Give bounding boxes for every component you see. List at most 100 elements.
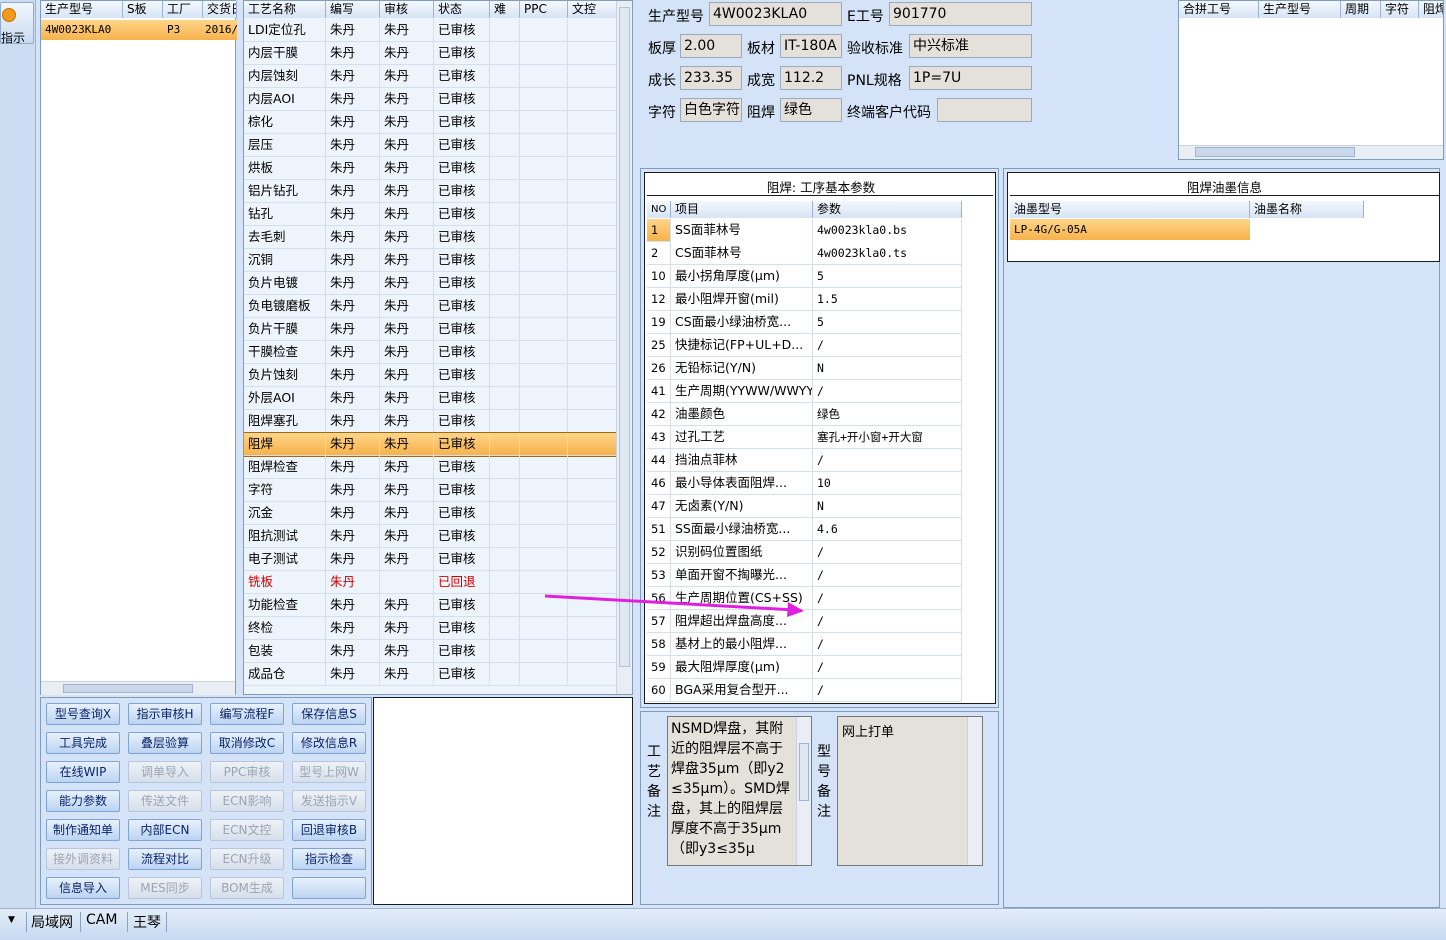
- param-row[interactable]: 52 识别码位置图纸 /: [647, 541, 962, 564]
- field-model[interactable]: 4W0023KLA0: [709, 2, 842, 26]
- process-row[interactable]: 铝片钻孔 朱丹 朱丹 已审核: [244, 180, 617, 203]
- process-row[interactable]: 负电镀磨板 朱丹 朱丹 已审核: [244, 295, 617, 318]
- field-length[interactable]: 233.35: [680, 66, 742, 90]
- order-grid-hscroll[interactable]: [41, 681, 235, 695]
- process-row[interactable]: 去毛刺 朱丹 朱丹 已审核: [244, 226, 617, 249]
- action-button[interactable]: MES同步: [128, 877, 202, 899]
- action-button[interactable]: 在线WIP: [46, 761, 120, 783]
- process-row[interactable]: 棕化 朱丹 朱丹 已审核: [244, 111, 617, 134]
- process-row[interactable]: LDI定位孔 朱丹 朱丹 已审核: [244, 19, 617, 42]
- action-button[interactable]: 指示审核H: [128, 703, 202, 725]
- process-row[interactable]: 钻孔 朱丹 朱丹 已审核: [244, 203, 617, 226]
- action-button[interactable]: 修改信息R: [292, 732, 366, 754]
- process-row[interactable]: 阻焊 朱丹 朱丹 已审核: [244, 432, 618, 457]
- process-row[interactable]: 阻焊塞孔 朱丹 朱丹 已审核: [244, 410, 617, 433]
- process-note-scroll[interactable]: [796, 717, 811, 865]
- process-row[interactable]: 负片干膜 朱丹 朱丹 已审核: [244, 318, 617, 341]
- process-row[interactable]: 终检 朱丹 朱丹 已审核: [244, 617, 617, 640]
- param-row[interactable]: 19 CS面最小绿油桥宽... 5: [647, 311, 962, 334]
- action-button[interactable]: 型号查询X: [46, 703, 120, 725]
- field-standard[interactable]: 中兴标准: [909, 34, 1032, 58]
- merge-grid-hscroll[interactable]: [1179, 145, 1443, 159]
- param-row[interactable]: 60 BGA采用复合型开... /: [647, 679, 962, 702]
- action-button[interactable]: [292, 877, 366, 899]
- action-button[interactable]: BOM生成: [210, 877, 284, 899]
- order-row-selected[interactable]: 4W0023KLA0 P3 2016/: [41, 20, 238, 40]
- field-char[interactable]: 白色字符: [680, 98, 742, 122]
- process-col-name[interactable]: 工艺名称: [244, 1, 326, 18]
- process-row[interactable]: 烘板 朱丹 朱丹 已审核: [244, 157, 617, 180]
- action-button[interactable]: 内部ECN: [128, 819, 202, 841]
- action-button[interactable]: 指示检查: [292, 848, 366, 870]
- process-row[interactable]: 阻焊检查 朱丹 朱丹 已审核: [244, 456, 617, 479]
- process-row[interactable]: 内层干膜 朱丹 朱丹 已审核: [244, 42, 617, 65]
- order-col-sboard[interactable]: S板: [123, 1, 163, 18]
- process-row[interactable]: 负片电镀 朱丹 朱丹 已审核: [244, 272, 617, 295]
- param-row[interactable]: 2 CS面菲林号 4w0023kla0.ts: [647, 242, 962, 265]
- param-row[interactable]: 59 最大阻焊厚度(μm) /: [647, 656, 962, 679]
- action-button[interactable]: 发送指示V: [292, 790, 366, 812]
- field-mask[interactable]: 绿色: [780, 98, 842, 122]
- ink-col-name[interactable]: 油墨名称: [1250, 201, 1364, 218]
- instruction-tool-button[interactable]: 指示: [0, 2, 34, 45]
- merge-col-char[interactable]: 字符: [1381, 1, 1419, 18]
- param-row[interactable]: 47 无卤素(Y/N) N: [647, 495, 962, 518]
- merge-col-eno[interactable]: 合拼工号: [1179, 1, 1259, 18]
- action-button[interactable]: 制作通知单: [46, 819, 120, 841]
- field-eno[interactable]: 901770: [889, 2, 1032, 26]
- process-col-writer[interactable]: 编写: [326, 1, 380, 18]
- model-note-textarea[interactable]: 网上打单: [837, 716, 983, 866]
- param-row[interactable]: 26 无铅标记(Y/N) N: [647, 357, 962, 380]
- action-button[interactable]: 流程对比: [128, 848, 202, 870]
- action-button[interactable]: 接外调资料: [46, 848, 120, 870]
- process-row[interactable]: 电子测试 朱丹 朱丹 已审核: [244, 548, 617, 571]
- process-row[interactable]: 包装 朱丹 朱丹 已审核: [244, 640, 617, 663]
- param-row[interactable]: 10 最小拐角厚度(μm) 5: [647, 265, 962, 288]
- process-row[interactable]: 阻抗测试 朱丹 朱丹 已审核: [244, 525, 617, 548]
- process-col-difficulty[interactable]: 难: [490, 1, 520, 18]
- process-note-textarea[interactable]: NSMD焊盘，其附近的阻焊层不高于焊盘35μm（即y2≤35μm）。SMD焊盘，…: [667, 716, 812, 866]
- process-row[interactable]: 成品仓 朱丹 朱丹 已审核: [244, 663, 617, 686]
- params-col-value[interactable]: 参数: [813, 201, 962, 218]
- merge-col-mask[interactable]: 阻焊: [1419, 1, 1443, 18]
- process-row[interactable]: 沉金 朱丹 朱丹 已审核: [244, 502, 617, 525]
- ink-col-model[interactable]: 油墨型号: [1010, 201, 1250, 218]
- param-row[interactable]: 44 挡油点菲林 /: [647, 449, 962, 472]
- process-col-ppc[interactable]: PPC: [520, 1, 568, 18]
- process-row[interactable]: 外层AOI 朱丹 朱丹 已审核: [244, 387, 617, 410]
- param-row[interactable]: 53 单面开窗不掏曝光... /: [647, 564, 962, 587]
- process-row[interactable]: 沉铜 朱丹 朱丹 已审核: [244, 249, 617, 272]
- action-button[interactable]: PPC审核: [210, 761, 284, 783]
- action-button[interactable]: 能力参数: [46, 790, 120, 812]
- param-row[interactable]: 42 油墨颜色 绿色: [647, 403, 962, 426]
- process-col-reviewer[interactable]: 审核: [380, 1, 434, 18]
- order-col-delivery[interactable]: 交货日: [203, 1, 237, 18]
- process-col-status[interactable]: 状态: [434, 1, 490, 18]
- process-row[interactable]: 字符 朱丹 朱丹 已审核: [244, 479, 617, 502]
- param-row[interactable]: 12 最小阻焊开窗(mil) 1.5: [647, 288, 962, 311]
- process-row[interactable]: 干膜检查 朱丹 朱丹 已审核: [244, 341, 617, 364]
- params-col-item[interactable]: 项目: [671, 201, 813, 218]
- action-button[interactable]: 信息导入: [46, 877, 120, 899]
- action-button[interactable]: 回退审核B: [292, 819, 366, 841]
- param-row[interactable]: 41 生产周期(YYWW/WWYY) /: [647, 380, 962, 403]
- process-row[interactable]: 内层蚀刻 朱丹 朱丹 已审核: [244, 65, 617, 88]
- field-width[interactable]: 112.2: [780, 66, 842, 90]
- merge-col-cycle[interactable]: 周期: [1341, 1, 1381, 18]
- merge-col-model[interactable]: 生产型号: [1259, 1, 1341, 18]
- field-thickness[interactable]: 2.00: [680, 34, 742, 58]
- param-row[interactable]: 25 快捷标记(FP+UL+D... /: [647, 334, 962, 357]
- param-row[interactable]: 46 最小导体表面阻焊... 10: [647, 472, 962, 495]
- action-button[interactable]: 型号上网W: [292, 761, 366, 783]
- model-note-scroll[interactable]: [967, 717, 982, 865]
- process-row[interactable]: 内层AOI 朱丹 朱丹 已审核: [244, 88, 617, 111]
- action-button[interactable]: 叠层验算: [128, 732, 202, 754]
- params-col-no[interactable]: NO: [647, 201, 671, 218]
- field-customer[interactable]: [937, 98, 1032, 122]
- process-row[interactable]: 层压 朱丹 朱丹 已审核: [244, 134, 617, 157]
- action-button[interactable]: 取消修改C: [210, 732, 284, 754]
- field-material[interactable]: IT-180A: [780, 34, 842, 58]
- action-button[interactable]: ECN文控: [210, 819, 284, 841]
- process-col-doc[interactable]: 文控: [568, 1, 617, 18]
- action-button[interactable]: 工具完成: [46, 732, 120, 754]
